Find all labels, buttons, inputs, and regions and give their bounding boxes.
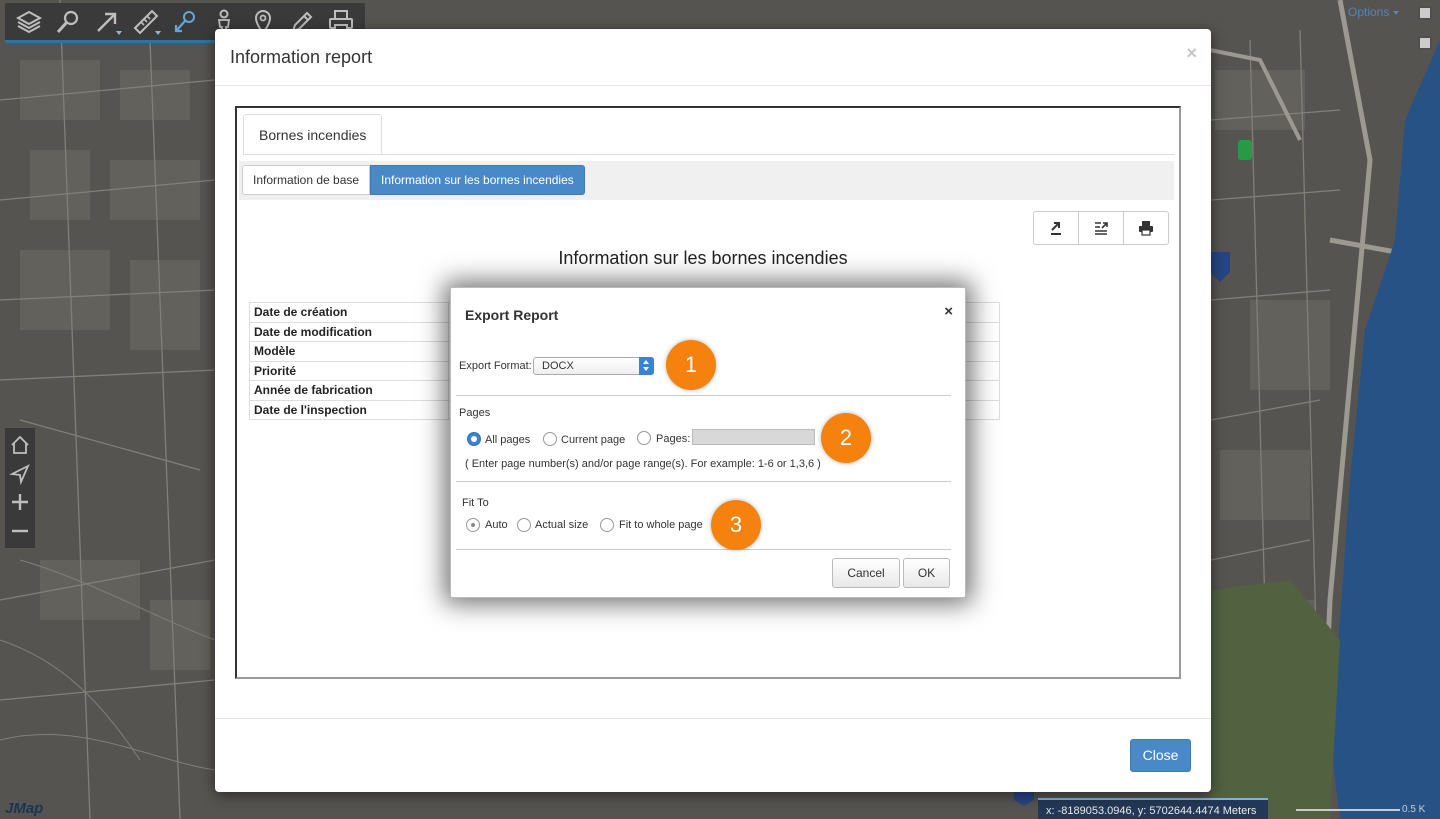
ok-button[interactable]: OK: [903, 558, 950, 588]
print-icon: [1139, 221, 1153, 236]
callout-badge-2: 2: [821, 413, 871, 463]
export-format-label: Export Format:: [459, 360, 532, 372]
subtab-information-bornes[interactable]: Information sur les bornes incendies: [370, 165, 585, 195]
radio-all-pages[interactable]: [467, 432, 481, 446]
fit-to-label: Fit To: [462, 497, 489, 509]
row-label: Priorité: [249, 360, 449, 381]
radio-fit-whole-page-label[interactable]: Fit to whole page: [619, 519, 703, 531]
divider: [456, 481, 951, 482]
row-label: Date de modification: [249, 321, 449, 342]
export-icon: [1051, 222, 1061, 235]
export-list-icon: [1095, 222, 1108, 235]
callout-badge-1: 1: [666, 340, 716, 390]
subtab-bar: Information de base Information sur les …: [239, 161, 1174, 200]
pages-hint: ( Enter page number(s) and/or page range…: [465, 458, 821, 470]
export-selection-button[interactable]: [1079, 212, 1124, 244]
export-format-value: DOCX: [542, 360, 574, 372]
callout-badge-3: 3: [711, 500, 761, 550]
divider: [456, 395, 951, 396]
modal-title: Information report: [230, 47, 373, 67]
modal-header: Information report ×: [215, 29, 1211, 86]
export-report-dialog: Export Report × Export Format: DOCX Page…: [450, 287, 966, 598]
pages-label: Pages: [459, 407, 491, 419]
radio-fit-actual-size[interactable]: [517, 518, 531, 532]
tab-divider: [243, 154, 1175, 155]
radio-all-pages-label[interactable]: All pages: [485, 434, 530, 446]
cancel-button[interactable]: Cancel: [832, 558, 900, 588]
print-button[interactable]: [1124, 212, 1168, 244]
row-label: Date de création: [249, 302, 449, 323]
radio-fit-whole-page[interactable]: [600, 518, 614, 532]
modal-footer: [215, 718, 1211, 792]
close-icon[interactable]: ×: [944, 303, 953, 320]
subtab-information-de-base[interactable]: Information de base: [242, 165, 371, 195]
row-label: Année de fabrication: [249, 380, 449, 401]
pages-range-input[interactable]: [692, 429, 815, 445]
divider: [456, 549, 951, 550]
radio-pages[interactable]: [637, 431, 651, 445]
radio-fit-actual-size-label[interactable]: Actual size: [535, 519, 588, 531]
export-button[interactable]: [1034, 212, 1079, 244]
export-format-select[interactable]: DOCX: [533, 357, 654, 375]
dialog-title: Export Report: [465, 307, 559, 323]
report-actions: [1033, 211, 1169, 245]
close-button[interactable]: Close: [1130, 739, 1191, 772]
select-arrows-icon: [639, 357, 654, 375]
radio-fit-auto[interactable]: [466, 518, 480, 532]
radio-fit-auto-label[interactable]: Auto: [485, 519, 508, 531]
row-label: Modèle: [249, 341, 449, 362]
row-label: Date de l'inspection: [249, 399, 449, 420]
tab-bornes-incendies[interactable]: Bornes incendies: [243, 114, 383, 155]
report-heading: Information sur les bornes incendies: [558, 248, 848, 268]
radio-current-page[interactable]: [543, 432, 557, 446]
close-icon[interactable]: ×: [1186, 43, 1197, 64]
radio-pages-label[interactable]: Pages:: [656, 433, 690, 445]
radio-current-page-label[interactable]: Current page: [561, 434, 625, 446]
